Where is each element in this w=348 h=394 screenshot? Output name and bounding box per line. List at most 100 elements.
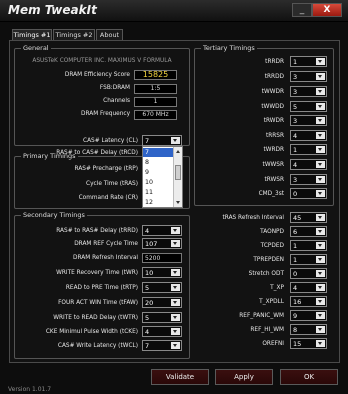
chevron-down-icon[interactable]	[316, 340, 325, 347]
chevron-down-icon[interactable]	[316, 117, 325, 124]
secondary-timing-0-select[interactable]: 4	[142, 225, 182, 236]
misc-timing-8-select[interactable]: 8	[290, 324, 327, 335]
chevron-down-icon[interactable]	[316, 284, 325, 291]
misc-timing-6-select[interactable]: 16	[290, 296, 327, 307]
secondary-timing-8-select[interactable]: 7	[142, 340, 182, 351]
dropdown-option[interactable]: 12	[143, 198, 174, 207]
chevron-down-icon[interactable]	[316, 176, 325, 183]
misc-timing-7-value: 9	[293, 312, 298, 320]
cas-latency-dropdown[interactable]: 7 8 9 10 11 12	[142, 146, 183, 208]
secondary-timing-4-select[interactable]: 5	[142, 282, 182, 293]
tertiary-timing-4-select[interactable]: 3	[290, 115, 327, 126]
chevron-down-icon[interactable]	[316, 214, 325, 221]
misc-timing-2-select[interactable]: 1	[290, 240, 327, 251]
secondary-timing-2-field[interactable]: 5200	[142, 253, 182, 263]
chevron-down-icon[interactable]	[316, 242, 325, 249]
chevron-down-icon[interactable]	[171, 269, 180, 276]
secondary-timing-6-select[interactable]: 5	[142, 312, 182, 323]
secondary-timing-5-select[interactable]: 20	[142, 297, 182, 308]
close-button[interactable]: X	[312, 3, 342, 17]
chevron-down-icon[interactable]	[316, 88, 325, 95]
chevron-down-icon[interactable]	[316, 73, 325, 80]
chevron-down-icon[interactable]	[171, 227, 180, 234]
dropdown-scrollbar[interactable]	[173, 147, 182, 207]
chevron-down-icon[interactable]	[171, 314, 180, 321]
tertiary-timing-8-label: tRWSR	[264, 177, 284, 183]
misc-timing-0-label: tRAS Refresh Interval	[222, 215, 285, 221]
misc-timing-2-value: 1	[293, 242, 298, 250]
secondary-heading: Secondary Timings	[21, 211, 87, 219]
chevron-down-icon[interactable]	[316, 298, 325, 305]
secondary-timing-1-label: DRAM REF Cycle Time	[74, 241, 138, 247]
chevron-down-icon[interactable]	[171, 342, 180, 349]
dropdown-option[interactable]: 11	[143, 188, 174, 197]
misc-timing-2-label: TCPDED	[260, 243, 284, 249]
secondary-timing-7-select[interactable]: 4	[142, 326, 182, 337]
trcd-label: RAS# to CAS# Delay (tRCD)	[56, 150, 138, 156]
validate-button[interactable]: Validate	[151, 369, 209, 385]
tertiary-timing-8-value: 3	[293, 176, 298, 184]
chevron-down-icon[interactable]	[316, 256, 325, 263]
misc-timing-1-value: 6	[293, 228, 298, 236]
secondary-timing-5-value: 20	[145, 299, 154, 307]
dram-frequency-label: DRAM Frequency	[80, 111, 130, 117]
misc-timing-9-select[interactable]: 15	[290, 338, 327, 349]
dropdown-option[interactable]: 9	[143, 168, 174, 177]
tertiary-timing-2-label: tWWDR	[261, 89, 284, 95]
chevron-down-icon[interactable]	[171, 299, 180, 306]
tertiary-timing-6-select[interactable]: 1	[290, 144, 327, 155]
misc-timing-3-label: TPREPDEN	[253, 257, 284, 263]
tertiary-timing-9-select[interactable]: 0	[290, 188, 327, 199]
misc-timing-4-select[interactable]: 0	[290, 268, 327, 279]
misc-timing-7-select[interactable]: 9	[290, 310, 327, 321]
secondary-timing-3-select[interactable]: 10	[142, 267, 182, 278]
chevron-down-icon[interactable]	[316, 58, 325, 65]
chevron-down-icon[interactable]	[316, 228, 325, 235]
cas-latency-select[interactable]: 7	[142, 135, 182, 146]
tertiary-timing-5-value: 4	[293, 132, 298, 140]
scroll-up-icon[interactable]	[176, 150, 180, 153]
dropdown-option[interactable]: 10	[143, 178, 174, 187]
chevron-down-icon[interactable]	[316, 270, 325, 277]
apply-button[interactable]: Apply	[215, 369, 273, 385]
tertiary-timing-1-select[interactable]: 3	[290, 71, 327, 82]
tertiary-timing-3-select[interactable]: 5	[290, 101, 327, 112]
misc-timing-5-select[interactable]: 4	[290, 282, 327, 293]
chevron-down-icon[interactable]	[316, 190, 325, 197]
tertiary-timing-2-select[interactable]: 3	[290, 86, 327, 97]
secondary-timing-1-select[interactable]: 107	[142, 238, 182, 249]
minimize-button[interactable]: _	[292, 3, 312, 17]
misc-timing-1-select[interactable]: 6	[290, 226, 327, 237]
tertiary-timing-7-select[interactable]: 4	[290, 159, 327, 170]
dropdown-option[interactable]: 8	[143, 158, 174, 167]
misc-timing-0-select[interactable]: 45	[290, 212, 327, 223]
chevron-down-icon[interactable]	[171, 328, 180, 335]
ok-button[interactable]: OK	[280, 369, 338, 385]
tertiary-timing-4-label: tRWDR	[263, 118, 284, 124]
secondary-timing-8-value: 7	[145, 342, 150, 350]
scroll-down-icon[interactable]	[176, 201, 180, 204]
tertiary-timing-7-value: 4	[293, 161, 298, 169]
tertiary-timing-8-select[interactable]: 3	[290, 174, 327, 185]
tertiary-timing-6-label: tWRDR	[263, 147, 284, 153]
dropdown-option[interactable]: 7	[143, 148, 174, 157]
tab-timings-2[interactable]: Timings #2	[53, 29, 95, 40]
tertiary-timing-0-select[interactable]: 1	[290, 56, 327, 67]
scroll-thumb[interactable]	[175, 165, 181, 180]
secondary-timing-7-value: 4	[145, 328, 150, 336]
chevron-down-icon[interactable]	[316, 326, 325, 333]
tertiary-timing-9-value: 0	[293, 190, 298, 198]
misc-timing-3-select[interactable]: 1	[290, 254, 327, 265]
chevron-down-icon[interactable]	[316, 146, 325, 153]
chevron-down-icon[interactable]	[316, 312, 325, 319]
chevron-down-icon[interactable]	[171, 284, 180, 291]
chevron-down-icon[interactable]	[316, 132, 325, 139]
chevron-down-icon[interactable]	[316, 161, 325, 168]
tab-about[interactable]: About	[96, 29, 123, 40]
chevron-down-icon[interactable]	[316, 103, 325, 110]
chevron-down-icon[interactable]	[171, 137, 180, 144]
secondary-timing-2-label: DRAM Refresh Interval	[73, 255, 138, 261]
misc-timing-9-label: OREFNI	[262, 341, 284, 347]
chevron-down-icon[interactable]	[171, 240, 180, 247]
tertiary-timing-5-select[interactable]: 4	[290, 130, 327, 141]
